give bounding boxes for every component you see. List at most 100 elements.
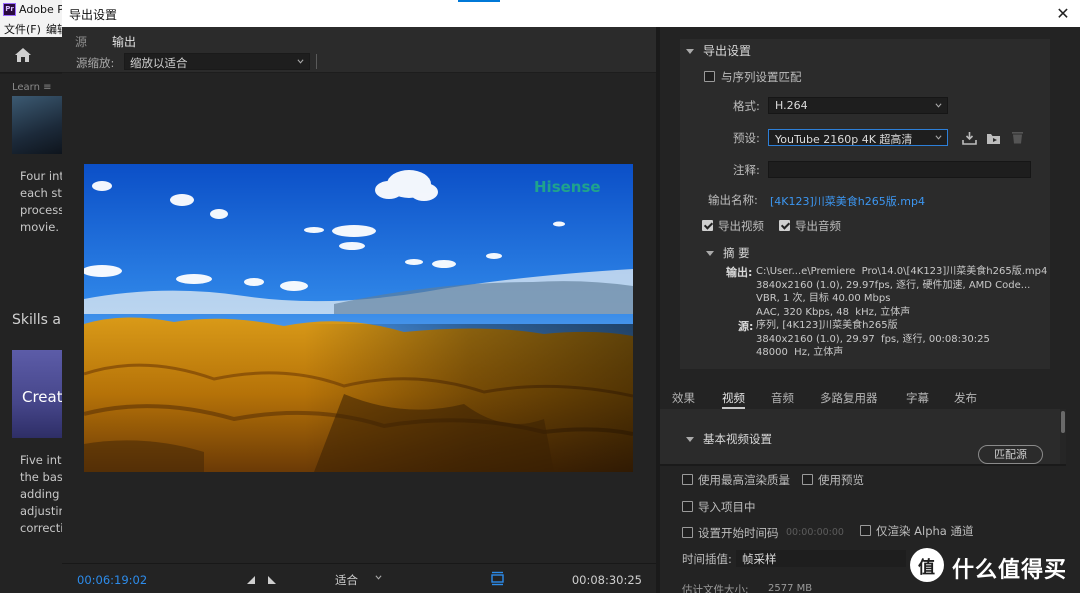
mark-out-icon[interactable] <box>267 575 277 585</box>
learn-tab[interactable]: Learn ≡ <box>12 82 52 93</box>
preset-select[interactable]: YouTube 2160p 4K 超高清 <box>768 129 948 146</box>
set-start-timecode-checkbox[interactable] <box>682 527 693 538</box>
summary-source-text: 序列, [4K123]川菜美食h265版 3840x2160 (1.0), 29… <box>756 320 990 358</box>
tab-output[interactable]: 输出 <box>112 33 137 53</box>
menu-file[interactable]: 文件(F) <box>4 21 41 37</box>
estimated-size-value: 2577 MB <box>768 583 813 593</box>
source-scale-label: 源缩放: <box>76 56 115 70</box>
chevron-down-icon <box>375 575 382 580</box>
background-app-title: Adobe P <box>19 3 64 16</box>
divider <box>316 54 317 69</box>
export-settings-dialog: 导出设置 ✕ 源 输出 源缩放: 缩放以适合 Hisense 00:06:19:… <box>62 0 1080 593</box>
import-preset-icon[interactable] <box>986 131 1001 145</box>
basic-video-settings-header[interactable]: 基本视频设置 <box>686 431 772 447</box>
export-audio-label: 导出音频 <box>795 219 841 233</box>
home-bar <box>0 37 62 73</box>
use-previews-label: 使用预览 <box>818 473 864 487</box>
video-preview: Hisense <box>84 164 633 472</box>
time-interpolation-select[interactable]: 帧采样 <box>736 550 906 567</box>
tab-effects[interactable]: 效果 <box>672 390 695 406</box>
export-video-label: 导出视频 <box>718 219 764 233</box>
fit-select[interactable]: 适合 <box>329 570 387 588</box>
format-select[interactable]: H.264 <box>768 97 948 114</box>
summary-output-key: 输出: <box>726 266 753 279</box>
watermark-glyph: 值 <box>918 558 935 578</box>
tab-source[interactable]: 源 <box>75 33 87 50</box>
tab-video[interactable]: 视频 <box>722 390 745 409</box>
tab-audio[interactable]: 音频 <box>771 390 794 406</box>
chevron-down-icon <box>935 135 942 140</box>
source-scale-row: 源缩放: 缩放以适合 <box>62 51 656 73</box>
summary-header[interactable]: 摘 要 <box>706 245 750 261</box>
match-source-button[interactable]: 匹配源 <box>978 445 1043 464</box>
output-name-link[interactable]: [4K123]川菜美食h265版.mp4 <box>770 193 925 209</box>
close-icon[interactable]: ✕ <box>1052 3 1074 25</box>
collapse-triangle-icon <box>686 437 694 442</box>
background-menubar: 文件(F) 编辑 <box>0 20 68 37</box>
settings-tabs: 效果 视频 音频 多路复用器 字幕 发布 <box>660 383 1066 409</box>
scrollbar-thumb[interactable] <box>1061 411 1065 433</box>
source-scale-value: 缩放以适合 <box>130 56 188 70</box>
learn-panel: Learn ≡ Four int each ste process movie.… <box>0 74 62 593</box>
save-preset-icon[interactable] <box>962 131 977 145</box>
mark-in-icon[interactable] <box>246 575 256 585</box>
dialog-title: 导出设置 <box>69 8 118 22</box>
tutorial-thumbnail[interactable] <box>12 96 62 154</box>
export-settings-section: 导出设置 与序列设置匹配 格式: H.264 预设: YouTube 2160p… <box>680 39 1050 369</box>
time-interpolation-value: 帧采样 <box>742 552 777 566</box>
match-sequence-checkbox[interactable] <box>704 71 715 82</box>
summary-source-key: 源: <box>738 320 754 333</box>
tab-captions[interactable]: 字幕 <box>906 390 929 406</box>
preset-value: YouTube 2160p 4K 超高清 <box>775 133 913 146</box>
right-edge-strip <box>1066 27 1080 593</box>
export-video-checkbox[interactable] <box>702 220 713 231</box>
output-name-label: 输出名称: <box>708 193 758 207</box>
collapse-triangle-icon <box>706 251 714 256</box>
match-sequence-label: 与序列设置匹配 <box>721 70 802 84</box>
thumbnail-label: Creat <box>22 388 62 406</box>
chevron-down-icon <box>297 59 304 64</box>
render-alpha-only-checkbox[interactable] <box>860 525 871 536</box>
comment-label: 注释: <box>733 163 760 177</box>
import-into-project-label: 导入项目中 <box>698 500 756 514</box>
preview-frame: Hisense <box>84 164 633 472</box>
set-start-timecode-label: 设置开始时间码 <box>698 526 779 540</box>
max-render-quality-checkbox[interactable] <box>682 474 693 485</box>
tab-publish[interactable]: 发布 <box>954 390 977 406</box>
source-scale-select[interactable]: 缩放以适合 <box>124 53 310 70</box>
chevron-down-icon <box>935 103 942 108</box>
delete-preset-icon[interactable] <box>1010 130 1025 144</box>
export-settings-header[interactable]: 导出设置 <box>686 42 751 59</box>
estimated-size-label: 估计文件大小: <box>682 584 749 593</box>
import-into-project-checkbox[interactable] <box>682 501 693 512</box>
start-timecode-value[interactable]: 00:00:00:00 <box>786 527 844 538</box>
time-interpolation-label: 时间插值: <box>682 552 732 566</box>
titlebar-accent <box>458 0 500 2</box>
preview-watermark-text: Hisense <box>534 178 601 196</box>
fit-value: 适合 <box>335 573 358 587</box>
export-audio-checkbox[interactable] <box>779 220 790 231</box>
skills-heading: Skills ar <box>12 312 62 328</box>
home-icon[interactable] <box>14 46 32 64</box>
basic-video-settings-section: 基本视频设置 匹配源 <box>660 409 1060 464</box>
render-alpha-only-label: 仅渲染 Alpha 通道 <box>876 524 974 538</box>
max-render-quality-label: 使用最高渲染质量 <box>698 473 790 487</box>
tutorial-thumbnail-create[interactable]: Creat <box>12 350 62 438</box>
background-app-titlebar: Pr Adobe P <box>0 0 64 20</box>
collapse-triangle-icon <box>686 49 694 54</box>
watermark-text: 什么值得买 <box>952 558 1068 583</box>
crop-output-icon[interactable] <box>490 571 505 586</box>
premiere-logo-icon: Pr <box>3 3 16 16</box>
tutorial-description: Four int each ste process movie. <box>20 169 62 234</box>
site-watermark: 值 什么值得买 <box>908 544 1076 588</box>
preview-transport-bar: 00:06:19:02 适合 00:08:30:25 <box>62 563 656 593</box>
preview-pane: 源 输出 源缩放: 缩放以适合 Hisense 00:06:19:02 适合 0… <box>62 27 656 593</box>
tab-multiplexer[interactable]: 多路复用器 <box>820 390 878 406</box>
preview-tabs: 源 输出 <box>62 27 656 53</box>
settings-pane: 导出设置 与序列设置匹配 格式: H.264 预设: YouTube 2160p… <box>660 27 1066 593</box>
current-timecode[interactable]: 00:06:19:02 <box>77 573 147 587</box>
tutorial-description: Five inte the basi adding t adjustin cor… <box>20 453 62 535</box>
format-label: 格式: <box>733 99 760 113</box>
comment-input[interactable] <box>768 161 1031 178</box>
use-previews-checkbox[interactable] <box>802 474 813 485</box>
